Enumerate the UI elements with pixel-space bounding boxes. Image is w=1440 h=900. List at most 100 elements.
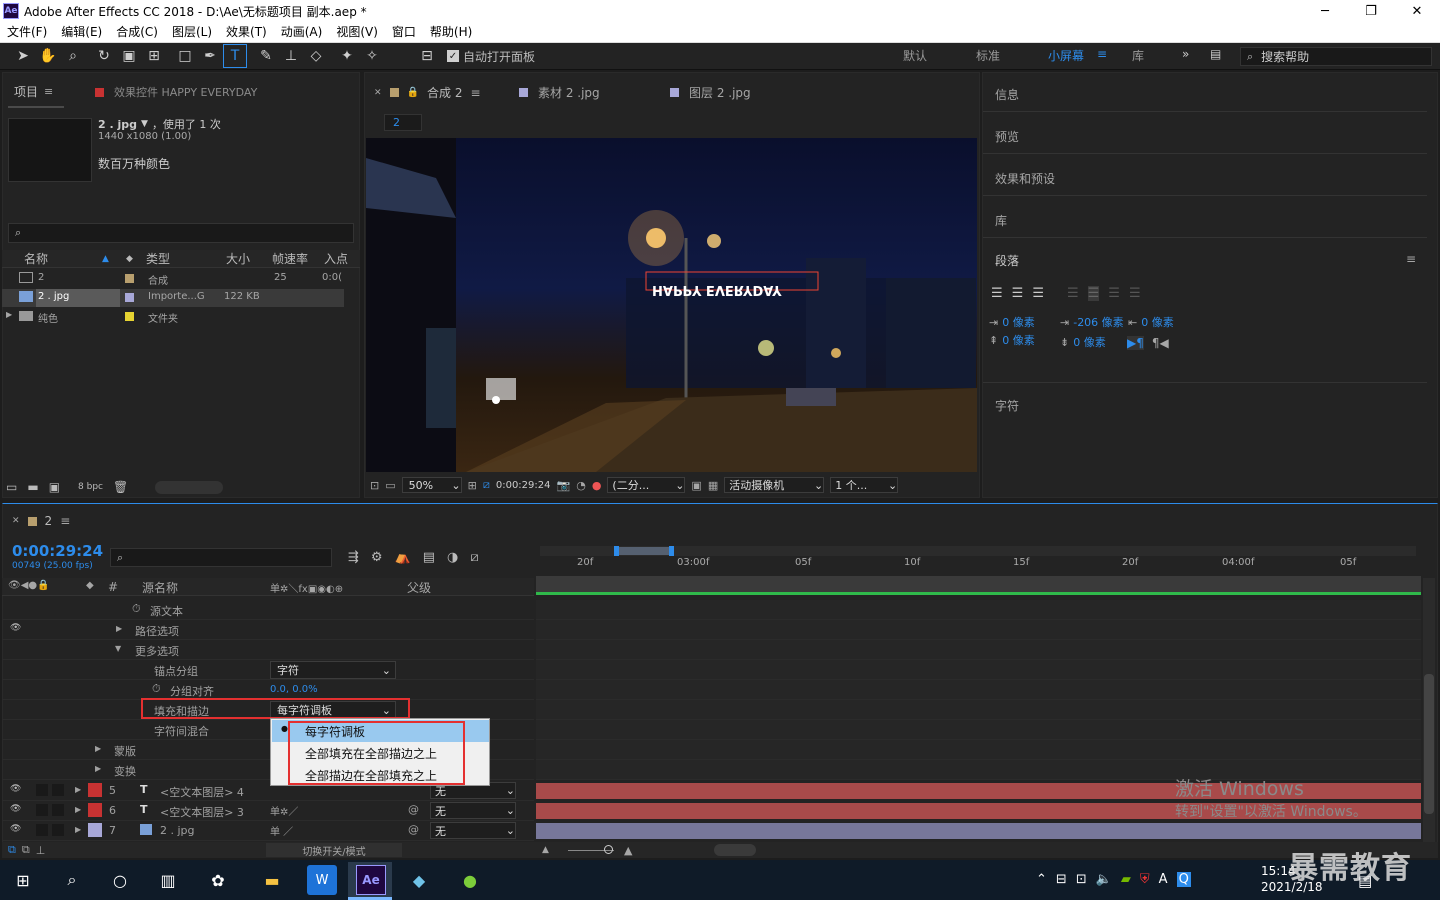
- col-in[interactable]: 入点: [324, 250, 348, 267]
- info-panel[interactable]: 信息: [983, 72, 1427, 112]
- brush-tool-icon[interactable]: ✎: [255, 45, 277, 67]
- layer-switches-icon[interactable]: 单✲＼fx▣◉◐⊕: [270, 580, 343, 595]
- track-row[interactable]: [536, 620, 1421, 640]
- justify-center-icon[interactable]: ☰: [1087, 286, 1100, 301]
- selection-tool-icon[interactable]: ➤: [12, 45, 34, 67]
- space-after-value[interactable]: 0 像素: [1073, 334, 1106, 350]
- col-size[interactable]: 大小: [226, 250, 250, 267]
- timeline-horizontal-scrollbar[interactable]: [714, 844, 756, 856]
- property-row-source-text[interactable]: ⏱ 源文本: [2, 600, 534, 620]
- camera-tool-icon[interactable]: ▣: [118, 45, 140, 67]
- close-button[interactable]: ✕: [1394, 0, 1440, 22]
- menu-help[interactable]: 帮助(H): [423, 22, 479, 43]
- menu-animation[interactable]: 动画(A): [274, 22, 330, 43]
- expand-arrow-icon[interactable]: ▶: [75, 785, 81, 794]
- more-workspaces-icon[interactable]: »: [1182, 47, 1189, 61]
- track-row[interactable]: [536, 680, 1421, 700]
- indent-left-field[interactable]: ⇥ 0 像素: [989, 314, 1035, 330]
- wps-writer-icon[interactable]: W: [307, 865, 337, 895]
- character-panel-title[interactable]: 字符: [995, 397, 1019, 414]
- work-area-end-handle[interactable]: [669, 546, 674, 556]
- menu-effect[interactable]: 效果(T): [219, 22, 274, 43]
- work-area-range[interactable]: [616, 547, 672, 555]
- work-area-start-handle[interactable]: [614, 546, 619, 556]
- camera-dropdown[interactable]: 活动摄像机 ⌄: [724, 477, 825, 493]
- expand-arrow-icon[interactable]: ▶: [75, 805, 81, 814]
- in-out-toggle-icon[interactable]: ⊥: [36, 844, 46, 857]
- nvidia-icon[interactable]: ▰: [1121, 872, 1131, 887]
- track-row[interactable]: [536, 660, 1421, 680]
- indent-right-value[interactable]: 0 像素: [1141, 314, 1174, 330]
- property-row-more-options[interactable]: ▼ 更多选项: [2, 640, 534, 660]
- layer-label-color[interactable]: [88, 783, 102, 797]
- hand-tool-icon[interactable]: ✋: [37, 45, 59, 67]
- indent-first-value[interactable]: -206 像素: [1073, 314, 1123, 330]
- workspace-standard[interactable]: 标准: [976, 47, 1000, 64]
- label-column-icon[interactable]: ◆: [126, 254, 133, 264]
- stopwatch-icon[interactable]: ⏱: [132, 602, 141, 616]
- comp-mini-flowchart-icon[interactable]: ⇶: [348, 550, 359, 565]
- indent-left-value[interactable]: 0 像素: [1002, 314, 1035, 330]
- col-source-name[interactable]: 源名称: [142, 579, 178, 596]
- show-snapshot-icon[interactable]: ◔: [576, 479, 586, 492]
- justify-right-icon[interactable]: ☰: [1108, 286, 1120, 301]
- stopwatch-icon[interactable]: ⏱: [152, 682, 161, 696]
- toggle-switches-modes-button[interactable]: 切换开关/模式: [266, 843, 402, 858]
- channel-icon[interactable]: ●: [592, 479, 602, 492]
- layer-label-color[interactable]: [88, 823, 102, 837]
- audio-switch[interactable]: [36, 804, 48, 816]
- taskbar-search-icon[interactable]: ⌕: [57, 865, 87, 895]
- rotate-tool-icon[interactable]: ↻: [93, 45, 115, 67]
- timeline-vertical-scrollbar[interactable]: [1423, 578, 1435, 850]
- solo-switch[interactable]: [52, 824, 64, 836]
- track-row[interactable]: [536, 640, 1421, 660]
- new-composition-icon[interactable]: ▣: [49, 480, 60, 494]
- snapshot-icon[interactable]: 📷: [557, 479, 571, 492]
- label-column-icon[interactable]: ◆: [86, 580, 94, 591]
- track-row[interactable]: [536, 600, 1421, 620]
- workspace-default[interactable]: 默认: [903, 47, 927, 64]
- layer-switches-icon[interactable]: 单✲／: [270, 803, 298, 818]
- expand-arrow-icon[interactable]: ▶: [6, 310, 12, 319]
- file-dropdown-icon[interactable]: ▼: [141, 119, 148, 129]
- parent-pickwhip-icon[interactable]: @: [408, 803, 419, 816]
- align-right-icon[interactable]: ☰: [1032, 286, 1044, 301]
- puppet-tool-icon[interactable]: ✧: [361, 45, 383, 67]
- delete-icon[interactable]: 🗑: [113, 480, 128, 494]
- menu-window[interactable]: 窗口: [385, 22, 423, 43]
- layer-label-color[interactable]: [88, 803, 102, 817]
- timeline-search-input[interactable]: ⌕: [110, 548, 332, 567]
- close-tab-icon[interactable]: ✕: [12, 516, 20, 526]
- workspace-small-screen[interactable]: 小屏幕: [1048, 47, 1084, 64]
- effects-presets-panel[interactable]: 效果和预设: [983, 156, 1427, 196]
- panel-menu-icon[interactable]: ≡: [1406, 252, 1416, 266]
- eye-icon[interactable]: 👁: [10, 804, 21, 814]
- sort-ascending-icon[interactable]: ▲: [102, 254, 109, 264]
- work-area-bar[interactable]: [540, 546, 1416, 556]
- property-row-path-options[interactable]: 👁 ▶ 路径选项: [2, 620, 534, 640]
- timeline-timecode[interactable]: 0:00:29:24: [12, 542, 103, 560]
- lock-icon[interactable]: 🔒: [407, 87, 419, 98]
- file-explorer-icon[interactable]: ▬: [257, 865, 287, 895]
- effects-control-tab[interactable]: 效果控件 HAPPY EVERYDAY: [95, 84, 257, 100]
- interpret-footage-icon[interactable]: ▭: [6, 480, 17, 494]
- number-column-icon[interactable]: #: [108, 580, 118, 594]
- frame-blending-icon[interactable]: ▤: [423, 550, 435, 565]
- mask-visibility-icon[interactable]: ⧄: [483, 478, 490, 492]
- right-to-left-icon[interactable]: ¶◀: [1152, 336, 1169, 350]
- layer-switches-icon[interactable]: 单 ／: [270, 823, 293, 838]
- panel-menu-icon[interactable]: ≡: [44, 85, 53, 98]
- always-preview-icon[interactable]: ⊡: [370, 479, 379, 492]
- zoom-tool-icon[interactable]: ⌕: [62, 45, 84, 67]
- align-left-icon[interactable]: ☰: [991, 286, 1003, 301]
- eye-icon[interactable]: 👁: [10, 623, 21, 633]
- layer-switches-toggle-icon[interactable]: ⧉: [8, 843, 16, 857]
- menu-file[interactable]: 文件(F): [0, 22, 54, 43]
- views-dropdown[interactable]: 1 个... ⌄: [830, 477, 899, 493]
- col-parent[interactable]: 父级: [407, 579, 431, 596]
- left-to-right-icon[interactable]: ▶¶: [1127, 336, 1144, 350]
- menu-edit[interactable]: 编辑(E): [54, 22, 109, 43]
- composition-tab[interactable]: ✕ 🔒 合成 2 ≡: [374, 84, 481, 101]
- layer-duration-bar[interactable]: [536, 823, 1421, 839]
- track-row[interactable]: [536, 720, 1421, 740]
